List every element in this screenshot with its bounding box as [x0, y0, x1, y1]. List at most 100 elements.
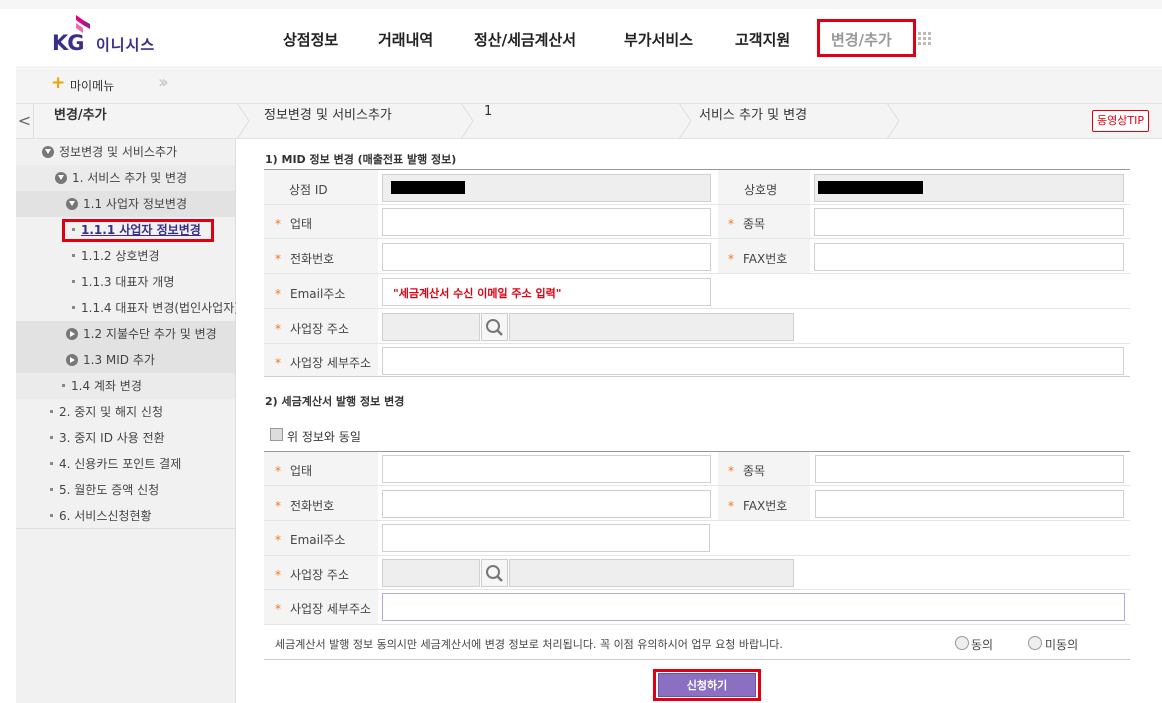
required-mark: *	[275, 217, 281, 231]
required-mark: *	[275, 464, 281, 478]
business-item-input-2[interactable]	[815, 455, 1124, 483]
gnb-transactions[interactable]: 거래내역	[378, 29, 433, 50]
chevron-right-circle-icon	[66, 354, 78, 366]
gnb-customer-support[interactable]: 고객지원	[735, 29, 790, 50]
sidebar-item-label: 1.1.2 상호변경	[81, 249, 160, 263]
phone-input-2[interactable]	[382, 490, 711, 518]
email-label: * Email주소	[275, 285, 345, 302]
sidebar-item-service-status[interactable]: 6. 서비스신청현황	[16, 503, 235, 529]
sidebar-item-label: 1. 서비스 추가 및 변경	[72, 171, 188, 185]
plus-icon[interactable]: +	[51, 75, 65, 92]
breadcrumb-item-3[interactable]: 1	[484, 104, 492, 138]
agree-radio[interactable]	[955, 636, 969, 650]
sidebar-item-label: 2. 중지 및 해지 신청	[59, 405, 163, 419]
email-input-2[interactable]	[382, 524, 710, 552]
fax-text-2: FAX번호	[743, 499, 788, 513]
mymenu-label[interactable]: 마이메뉴	[70, 77, 114, 94]
bullet-icon	[72, 280, 75, 283]
bullet-icon	[50, 488, 53, 491]
sidebar-item-ceo-rename[interactable]: 1.1.3 대표자 개명	[16, 269, 235, 295]
header: KG 이니시스 상점정보 거래내역 정산/세금계산서 부가서비스 고객지원 변경…	[0, 9, 1162, 66]
redacted-shop-id	[391, 181, 465, 194]
sidebar-item-label: 1.1.4 대표자 변경(법인사업자)	[81, 301, 239, 315]
mymenu-bar: + 마이메뉴 ››	[16, 66, 1162, 103]
business-item-label: * 종목	[728, 215, 765, 232]
business-type-label: * 업태	[275, 215, 312, 232]
gnb-additional-services[interactable]: 부가서비스	[624, 29, 693, 50]
required-mark: *	[275, 602, 281, 616]
sidebar-item-mid-add[interactable]: 1.3 MID 추가	[16, 347, 235, 373]
required-mark: *	[275, 499, 281, 513]
gnb-settlement-tax-invoice[interactable]: 정산/세금계산서	[474, 29, 576, 50]
required-mark: *	[728, 217, 734, 231]
phone-text-2: 전화번호	[290, 499, 335, 513]
search-icon[interactable]	[481, 559, 508, 587]
fax-input[interactable]	[814, 243, 1124, 271]
same-as-above-label[interactable]: 위 정보와 동일	[287, 428, 361, 445]
fax-label: * FAX번호	[728, 250, 787, 267]
video-tip-button[interactable]: 동영상TIP	[1092, 110, 1149, 132]
required-mark: *	[728, 252, 734, 266]
email-label-2: * Email주소	[275, 531, 345, 548]
address-detail-input-2[interactable]	[382, 593, 1125, 621]
address-detail-text-2: 사업장 세부주소	[290, 602, 372, 616]
required-mark: *	[275, 287, 281, 301]
sidebar-item-monthly-limit[interactable]: 5. 월한도 증액 신청	[16, 477, 235, 503]
sidebar-item-ceo-change[interactable]: 1.1.4 대표자 변경(법인사업자)	[16, 295, 239, 321]
grid-menu-icon[interactable]	[918, 32, 934, 48]
required-mark: *	[728, 499, 734, 513]
double-chevron-right-icon[interactable]: ››	[158, 72, 169, 93]
breadcrumb-item-root[interactable]: 변경/추가	[54, 104, 107, 138]
breadcrumb-separator-icon	[236, 103, 250, 139]
address-detail-input[interactable]	[382, 347, 1124, 375]
phone-label-2: * 전화번호	[275, 497, 334, 514]
sidebar-item-business-info[interactable]: 1.1 사업자 정보변경	[16, 191, 235, 217]
apply-button[interactable]: 신청하기	[658, 673, 756, 697]
agreement-notice: 세금계산서 발행 정보 동의시만 세금계산서에 변경 정보로 처리됩니다. 꼭 …	[275, 638, 783, 651]
fax-input-2[interactable]	[815, 490, 1124, 518]
sidebar-item-company-name-change[interactable]: 1.1.2 상호변경	[16, 243, 235, 269]
breadcrumb-item-2[interactable]: 정보변경 및 서비스추가	[264, 104, 392, 138]
email-text-2: Email주소	[290, 533, 346, 547]
disagree-label[interactable]: 미동의	[1045, 636, 1078, 653]
bullet-icon	[50, 514, 53, 517]
business-type-input[interactable]	[382, 208, 711, 236]
bullet-icon	[50, 462, 53, 465]
same-as-above-checkbox[interactable]	[270, 428, 283, 441]
breadcrumb-separator-icon	[678, 103, 692, 139]
sidebar-item-service-change[interactable]: 1. 서비스 추가 및 변경	[16, 165, 235, 191]
business-type-input-2[interactable]	[382, 455, 711, 483]
sidebar-item-card-point[interactable]: 4. 신용카드 포인트 결제	[16, 451, 235, 477]
zipcode-field-2	[382, 559, 480, 587]
company-name-label: 상호명	[744, 183, 778, 197]
section2-title: 2) 세금계산서 발행 정보 변경	[265, 395, 405, 408]
email-note: "세금계산서 수신 이메일 주소 입력"	[393, 287, 562, 300]
breadcrumb-separator-icon	[460, 103, 474, 139]
back-chevron-icon[interactable]: <	[16, 104, 34, 138]
bullet-icon	[72, 254, 75, 257]
logo-kg[interactable]: KG	[52, 31, 85, 55]
phone-input[interactable]	[382, 243, 711, 271]
sidebar-item-info-change[interactable]: 정보변경 및 서비스추가	[16, 139, 235, 165]
bullet-icon	[50, 436, 53, 439]
disagree-radio[interactable]	[1028, 636, 1042, 650]
required-mark: *	[275, 252, 281, 266]
redacted-company-name	[818, 181, 923, 194]
gnb-store-info[interactable]: 상점정보	[283, 29, 338, 50]
agree-label[interactable]: 동의	[971, 636, 993, 653]
logo-name[interactable]: 이니시스	[96, 34, 155, 55]
sidebar-item-payment-method[interactable]: 1.2 지불수단 추가 및 변경	[16, 321, 235, 347]
fax-text: FAX번호	[743, 252, 788, 266]
sidebar-item-suspend-terminate[interactable]: 2. 중지 및 해지 신청	[16, 399, 235, 425]
required-mark: *	[728, 464, 734, 478]
address-detail-text: 사업장 세부주소	[290, 356, 372, 370]
address-text: 사업장 주소	[290, 322, 350, 336]
sidebar-item-label: 정보변경 및 서비스추가	[59, 145, 178, 159]
business-item-input[interactable]	[814, 208, 1124, 236]
sidebar-item-suspended-id[interactable]: 3. 중지 ID 사용 전환	[16, 425, 235, 451]
bullet-icon	[62, 384, 65, 387]
sidebar-item-label: 1.1 사업자 정보변경	[83, 197, 187, 211]
sidebar-item-account-change[interactable]: 1.4 계좌 변경	[16, 373, 235, 399]
search-icon[interactable]	[481, 313, 508, 341]
breadcrumb-item-4[interactable]: 서비스 추가 및 변경	[699, 104, 807, 138]
